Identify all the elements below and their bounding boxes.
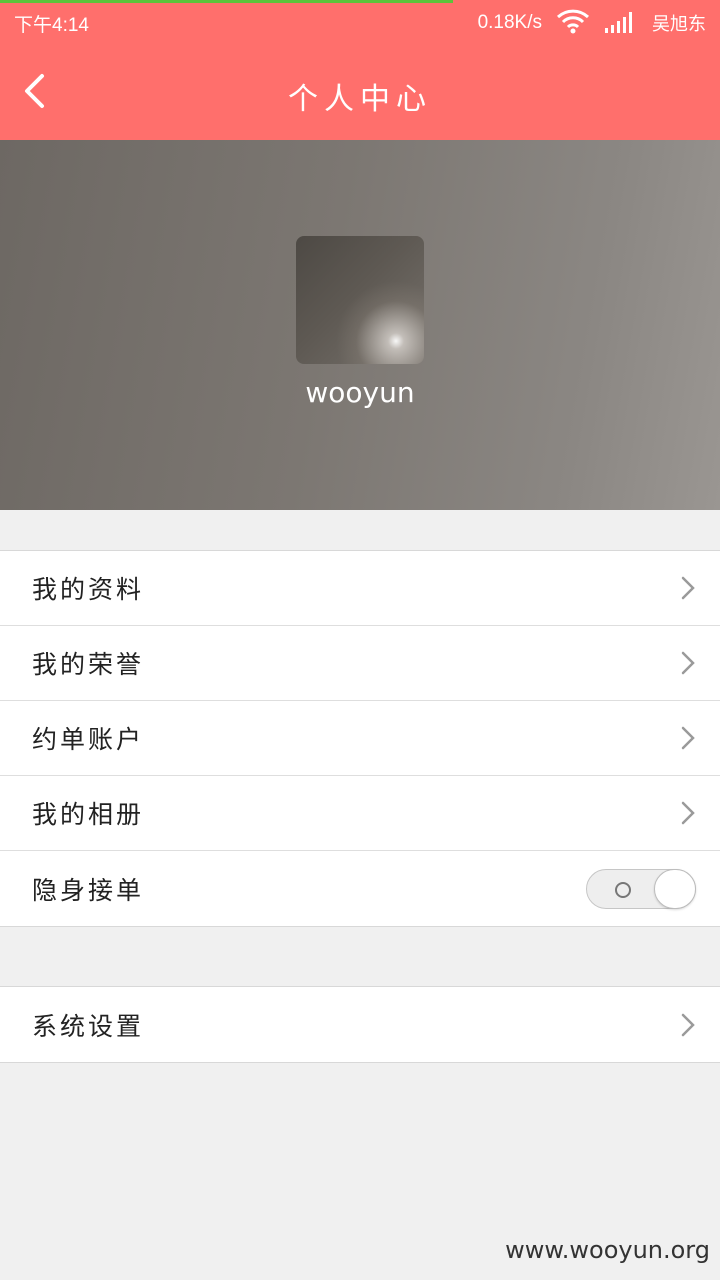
profile-header: wooyun (0, 140, 720, 510)
chevron-right-icon (681, 726, 695, 750)
wifi-icon (556, 8, 590, 38)
chevron-right-icon (681, 801, 695, 825)
menu-item-label: 约单账户 (32, 725, 145, 754)
menu-item-label: 我的资料 (32, 575, 145, 604)
menu-item-my-honors[interactable]: 我的荣誉 (0, 626, 720, 701)
menu-item-my-album[interactable]: 我的相册 (0, 776, 720, 851)
invisible-orders-toggle[interactable] (586, 868, 696, 909)
chevron-right-icon (681, 651, 695, 675)
status-right: 0.18K/s 吴旭东 (478, 8, 706, 38)
menu-item-my-profile[interactable]: 我的资料 (0, 551, 720, 626)
menu-item-label: 我的相册 (32, 800, 145, 829)
toggle-off-icon (615, 881, 631, 898)
menu-item-system-settings[interactable]: 系统设置 (0, 987, 720, 1062)
chevron-right-icon (681, 576, 695, 600)
status-bar: 下午4:14 0.18K/s 吴旭东 (0, 0, 720, 46)
menu-item-invisible-orders: 隐身接单 (0, 851, 720, 926)
page-load-progress-bar (0, 0, 453, 3)
status-time: 下午4:14 (14, 14, 89, 36)
toggle-knob (654, 868, 696, 909)
network-speed: 0.18K/s (477, 12, 542, 33)
avatar[interactable] (296, 236, 424, 364)
page-title: 个人中心 (288, 82, 432, 117)
menu-item-label: 系统设置 (32, 1011, 145, 1041)
menu-item-label: 我的荣誉 (32, 650, 145, 679)
menu-item-label: 隐身接单 (32, 875, 145, 905)
app-bar: 个人中心 (0, 46, 720, 140)
signal-icon (604, 9, 638, 37)
watermark-text: www.wooyun.org (505, 1236, 710, 1264)
menu-group-settings: 系统设置 (0, 986, 720, 1063)
carrier-name: 吴旭东 (652, 14, 706, 35)
chevron-right-icon (681, 1013, 695, 1036)
username: wooyun (305, 376, 415, 409)
menu-item-order-account[interactable]: 约单账户 (0, 701, 720, 776)
menu-group-main: 我的资料 我的荣誉 约单账户 我的相册 隐身接单 (0, 550, 720, 927)
